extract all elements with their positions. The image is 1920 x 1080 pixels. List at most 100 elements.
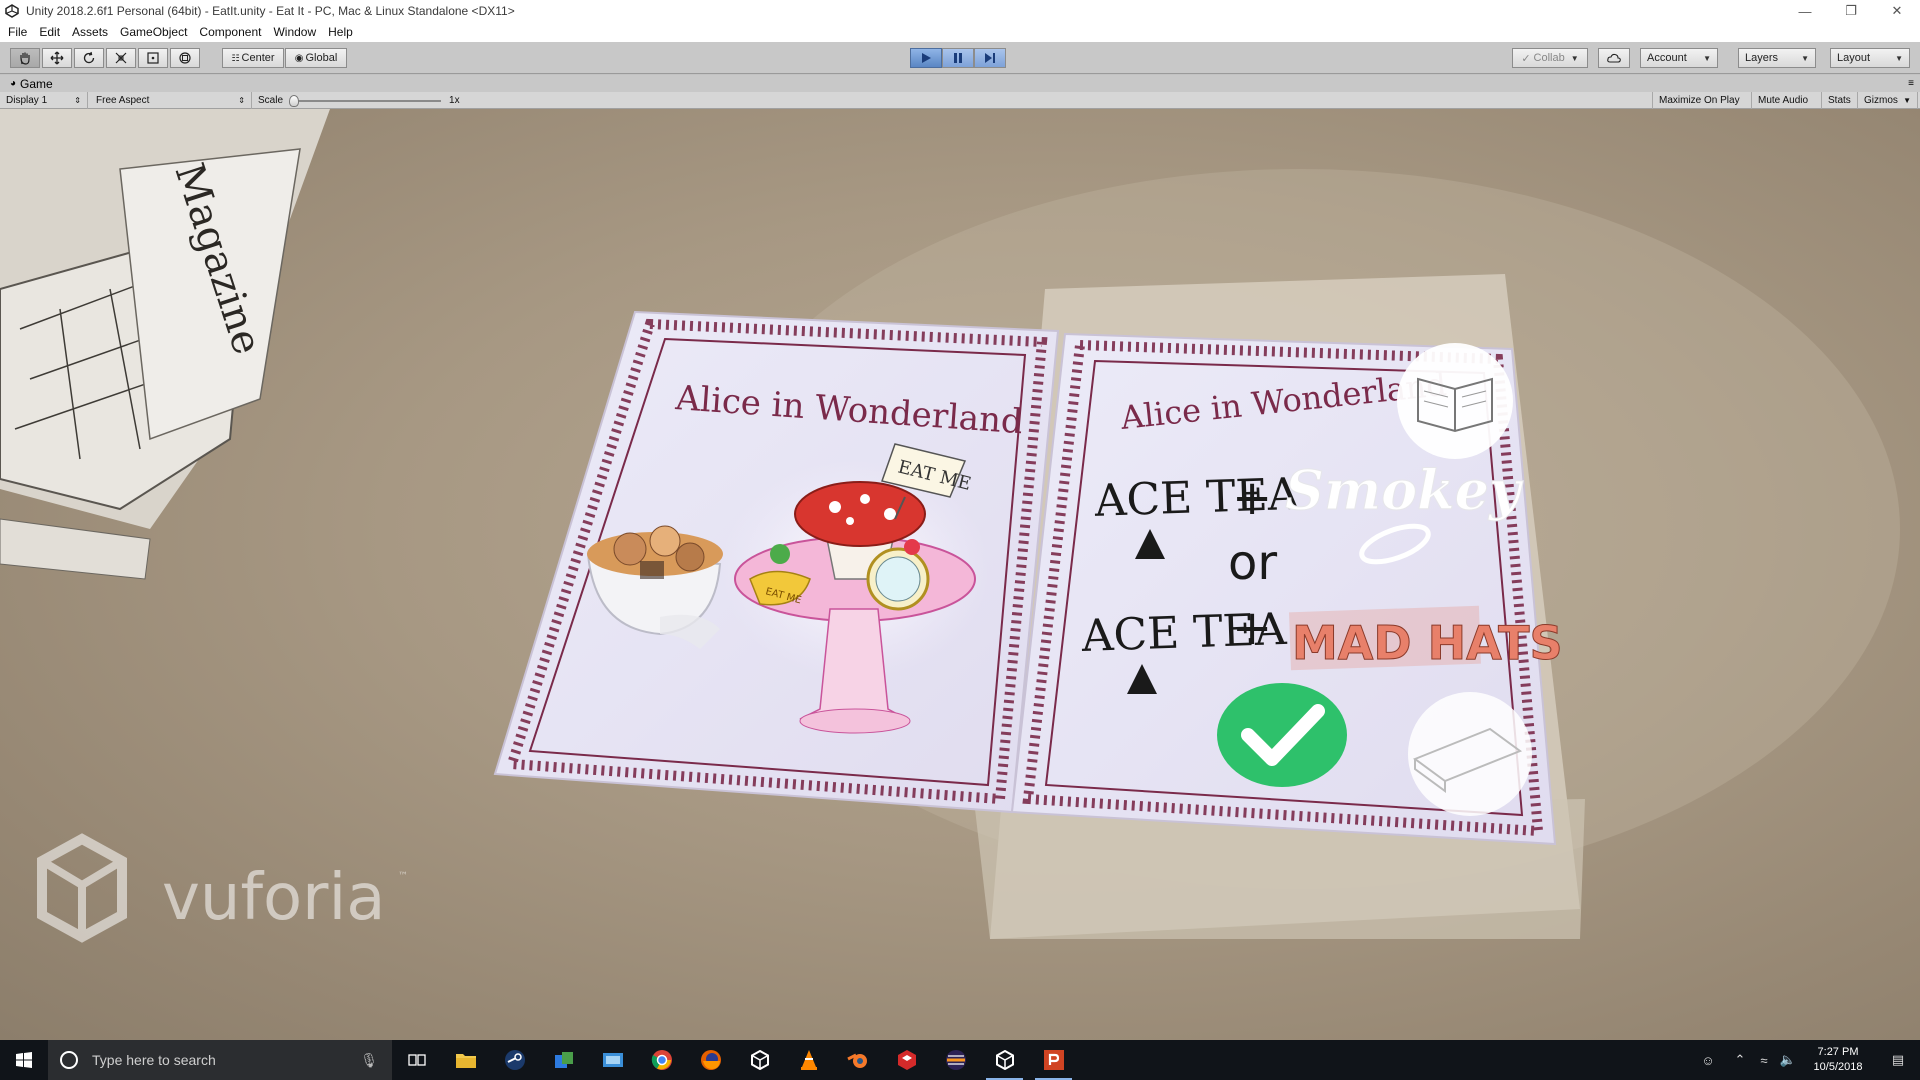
ar-scene: Magazine Alice in Wonderland EAT ME EAT …	[0, 109, 1900, 943]
wifi-icon[interactable]: ≈	[1752, 1040, 1776, 1080]
start-button[interactable]	[0, 1040, 48, 1080]
taskbar-app-store[interactable]	[539, 1040, 588, 1080]
clock-time: 7:27 PM	[1817, 1046, 1859, 1058]
taskbar-app-firefox[interactable]	[686, 1040, 735, 1080]
task-view-icon	[407, 1054, 426, 1066]
taskbar-app-sketchup[interactable]	[882, 1040, 931, 1080]
chevron-down-icon: ▼	[1801, 53, 1809, 63]
chevron-up-icon[interactable]: ⌃	[1728, 1040, 1752, 1080]
taskbar-search-box[interactable]: Type here to search 🎙	[48, 1040, 392, 1080]
hand-icon	[20, 52, 30, 65]
scale-label: Scale	[258, 95, 284, 106]
taskbar-app-vlc[interactable]	[784, 1040, 833, 1080]
volume-icon[interactable]: 🔈	[1776, 1040, 1800, 1080]
scale-control: Scale 1x	[252, 92, 472, 109]
menu-window[interactable]: Window	[267, 22, 322, 42]
svg-text:™: ™	[398, 871, 408, 882]
folder-icon	[455, 1054, 476, 1068]
scale-tool-button[interactable]	[106, 48, 136, 68]
cortana-circle-icon	[60, 1051, 78, 1069]
chrome-icon	[651, 1050, 672, 1070]
window-title: Unity 2018.2.6f1 Personal (64bit) - EatI…	[26, 4, 515, 18]
magazine-stack: Magazine	[0, 109, 330, 580]
mute-audio-label: Mute Audio	[1758, 95, 1809, 106]
stats-label: Stats	[1828, 95, 1851, 106]
people-icon[interactable]: ☺	[1688, 1040, 1728, 1080]
layout-dropdown[interactable]: Layout ▼	[1830, 48, 1910, 68]
system-tray: ☺ ⌃ ≈ 🔈 7:27 PM 10/5/2018 ▤	[1688, 1040, 1920, 1080]
game-pacman-icon: ◕	[10, 78, 17, 89]
display-dropdown[interactable]: Display 1 ⇕	[0, 92, 88, 109]
transform-tool-button[interactable]	[170, 48, 200, 68]
store-icon	[554, 1052, 573, 1068]
maximize-on-play-toggle[interactable]: Maximize On Play	[1652, 92, 1752, 109]
mute-audio-toggle[interactable]: Mute Audio	[1752, 92, 1822, 109]
pivot-icon: ☷	[231, 52, 240, 63]
minimize-button[interactable]: —	[1782, 0, 1828, 22]
panel-menu-icon[interactable]: ≡	[1908, 78, 1914, 89]
taskbar-app-unity[interactable]	[980, 1040, 1029, 1080]
title-bar: Unity 2018.2.6f1 Personal (64bit) - EatI…	[0, 0, 1920, 22]
or-label: or	[1228, 535, 1277, 591]
steam-icon	[504, 1050, 525, 1070]
search-placeholder: Type here to search	[92, 1052, 216, 1068]
rotate-tool-button[interactable]	[74, 48, 104, 68]
move-arrows-icon	[50, 51, 64, 65]
restore-button[interactable]: ❐	[1828, 0, 1874, 22]
menu-gameobject[interactable]: GameObject	[114, 22, 193, 42]
tab-game[interactable]: ◕ Game	[0, 77, 53, 91]
gizmos-label: Gizmos	[1864, 95, 1898, 106]
account-label: Account	[1647, 52, 1687, 64]
notification-center-icon[interactable]: ▤	[1876, 1040, 1920, 1080]
move-tool-button[interactable]	[42, 48, 72, 68]
hand-tool-button[interactable]	[10, 48, 40, 68]
game-view-toolbar: Display 1 ⇕ Free Aspect ⇕ Scale 1x Maxim…	[0, 92, 1920, 109]
taskbar-clock[interactable]: 7:27 PM 10/5/2018	[1800, 1045, 1876, 1075]
microphone-icon[interactable]: 🎙	[360, 1052, 378, 1069]
space-toggle[interactable]: ◉ Global	[285, 48, 347, 68]
taskbar-app-powerpoint[interactable]	[1029, 1040, 1078, 1080]
collab-dropdown[interactable]: ✓ Collab ▼	[1512, 48, 1588, 68]
taskbar-app-unity-hub[interactable]	[735, 1040, 784, 1080]
cloud-icon	[1607, 53, 1621, 63]
right-card: Alice in Wonderland ACE TEA + Smokey or …	[1010, 332, 1563, 846]
taskbar-app-eclipse[interactable]	[931, 1040, 980, 1080]
account-dropdown[interactable]: Account ▼	[1640, 48, 1718, 68]
menu-file[interactable]: File	[2, 22, 33, 42]
check-icon: ✓	[1521, 52, 1531, 65]
task-view-button[interactable]	[392, 1040, 441, 1080]
scale-slider[interactable]	[289, 94, 442, 107]
menu-component[interactable]: Component	[193, 22, 267, 42]
eclipse-icon	[945, 1050, 966, 1070]
vuforia-watermark: vuforia ™	[37, 833, 408, 943]
minimize-icon: —	[1798, 3, 1812, 19]
pivot-toggle[interactable]: ☷ Center	[222, 48, 284, 68]
play-button[interactable]	[910, 48, 942, 68]
taskbar-app-file-explorer[interactable]	[441, 1040, 490, 1080]
game-viewport[interactable]: Magazine Alice in Wonderland EAT ME EAT …	[0, 109, 1920, 1040]
main-toolbar: ☷ Center ◉ Global ✓ Collab ▼ Account ▼ L…	[0, 42, 1920, 74]
menu-help[interactable]: Help	[322, 22, 359, 42]
green-check-icon	[1217, 683, 1347, 787]
updown-arrow-icon: ⇕	[74, 96, 81, 105]
scale-icon	[115, 52, 127, 64]
aspect-dropdown[interactable]: Free Aspect ⇕	[90, 92, 252, 109]
close-button[interactable]: ✕	[1874, 0, 1920, 22]
step-button[interactable]	[974, 48, 1006, 68]
taskbar-app-media[interactable]	[588, 1040, 637, 1080]
gizmos-dropdown[interactable]: Gizmos ▼	[1858, 92, 1918, 109]
step-icon	[985, 53, 995, 63]
cloud-button[interactable]	[1598, 48, 1630, 68]
menu-assets[interactable]: Assets	[66, 22, 114, 42]
rect-tool-button[interactable]	[138, 48, 168, 68]
play-icon	[922, 53, 931, 63]
taskbar-app-blender[interactable]	[833, 1040, 882, 1080]
pause-button[interactable]	[942, 48, 974, 68]
layers-dropdown[interactable]: Layers ▼	[1738, 48, 1816, 68]
stats-toggle[interactable]: Stats	[1822, 92, 1858, 109]
scale-slider-thumb[interactable]	[289, 94, 300, 107]
taskbar-app-steam[interactable]	[490, 1040, 539, 1080]
menu-edit[interactable]: Edit	[33, 22, 66, 42]
taskbar-app-chrome[interactable]	[637, 1040, 686, 1080]
collab-label: Collab	[1533, 52, 1565, 64]
